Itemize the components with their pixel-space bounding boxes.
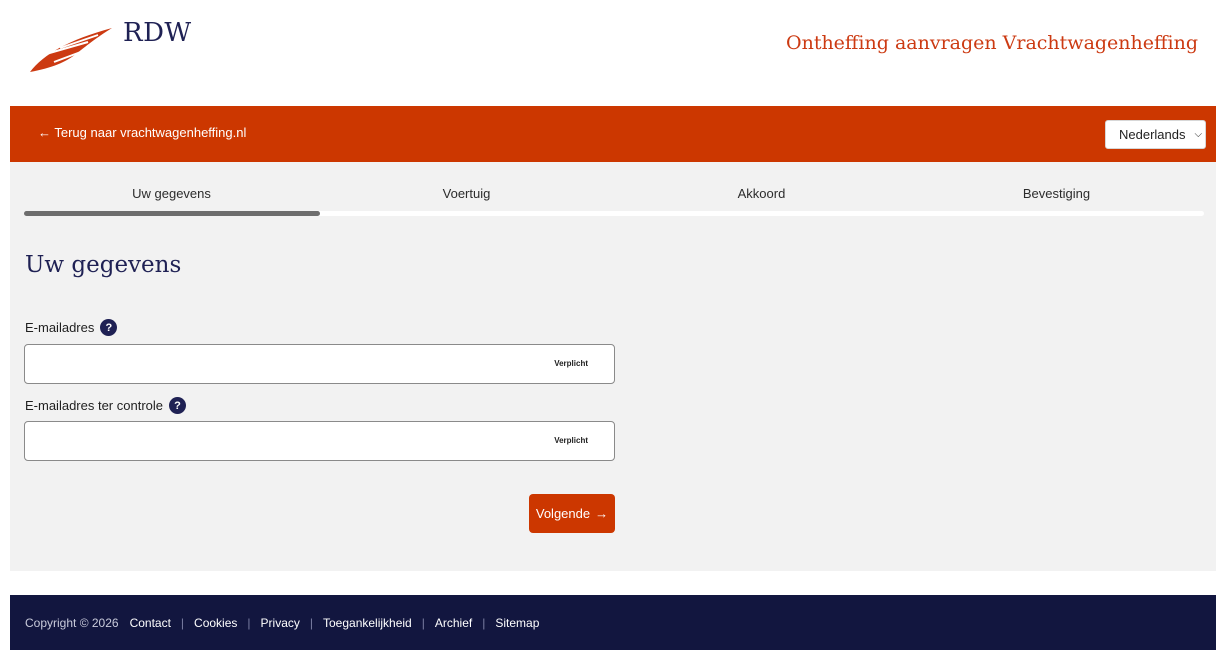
email-field[interactable]: Verplicht bbox=[24, 344, 615, 384]
language-select-value: Nederlands bbox=[1119, 127, 1186, 142]
help-icon[interactable]: ? bbox=[169, 397, 186, 414]
page-title: Uw gegevens bbox=[25, 252, 182, 278]
footer-link-archief[interactable]: Archief bbox=[435, 616, 472, 630]
email-confirm-field[interactable]: Verplicht bbox=[24, 421, 615, 461]
rdw-logo[interactable]: RDW bbox=[26, 18, 196, 78]
step-voertuig: Voertuig bbox=[442, 186, 491, 201]
feather-logo-icon bbox=[30, 28, 112, 72]
help-icon[interactable]: ? bbox=[100, 319, 118, 336]
logo-text: RDW bbox=[123, 18, 192, 48]
chevron-down-icon: ⌵ bbox=[1194, 129, 1203, 140]
footer-link-toegankelijkheid[interactable]: Toegankelijkheid bbox=[323, 616, 412, 630]
back-link[interactable]: ← Terug naar vrachtwagenheffing.nl bbox=[38, 125, 246, 140]
copyright-text: Copyright © 2026 bbox=[25, 615, 119, 630]
email-label: E-mailadres ? bbox=[25, 319, 118, 336]
nav-bar: ← Terug naar vrachtwagenheffing.nl Neder… bbox=[10, 106, 1216, 162]
required-tag: Verplicht bbox=[554, 359, 588, 368]
footer-divider: | bbox=[482, 615, 486, 630]
site-footer: Copyright © 2026 Contact | Cookies | Pri… bbox=[10, 595, 1216, 650]
app-title: Ontheffing aanvragen Vrachtwagenheffing bbox=[786, 32, 1198, 54]
next-button[interactable]: Volgende → bbox=[529, 494, 615, 533]
step-akkoord: Akkoord bbox=[737, 186, 786, 201]
footer-link-cookies[interactable]: Cookies bbox=[194, 616, 237, 630]
email-confirm-input[interactable] bbox=[25, 422, 525, 460]
email-confirm-label: E-mailadres ter controle ? bbox=[25, 397, 186, 414]
email-label-text: E-mailadres bbox=[25, 320, 95, 335]
step-uw-gegevens: Uw gegevens bbox=[132, 186, 211, 201]
required-tag: Verplicht bbox=[554, 436, 588, 445]
footer-link-contact[interactable]: Contact bbox=[130, 616, 171, 630]
email-confirm-label-text: E-mailadres ter controle bbox=[25, 398, 163, 413]
footer-divider: | bbox=[421, 615, 425, 630]
next-button-label: Volgende bbox=[535, 506, 591, 521]
footer-divider: | bbox=[180, 615, 185, 630]
footer-link-privacy[interactable]: Privacy bbox=[261, 616, 300, 630]
step-indicator: Uw gegevens Voertuig Akkoord Bevestiging bbox=[24, 162, 1204, 217]
footer-divider: | bbox=[247, 615, 251, 630]
step-bevestiging: Bevestiging bbox=[1022, 186, 1091, 201]
footer-link-sitemap[interactable]: Sitemap bbox=[495, 616, 539, 630]
arrow-right-icon: → bbox=[595, 506, 609, 521]
site-header: RDW Ontheffing aanvragen Vrachtwagenheff… bbox=[0, 0, 1216, 106]
email-input[interactable] bbox=[25, 345, 525, 383]
footer-divider: | bbox=[309, 615, 313, 630]
step-progress-active bbox=[24, 211, 320, 216]
main-content: Uw gegevens Voertuig Akkoord Bevestiging… bbox=[10, 162, 1216, 571]
language-select[interactable]: Nederlands ⌵ bbox=[1105, 120, 1206, 149]
